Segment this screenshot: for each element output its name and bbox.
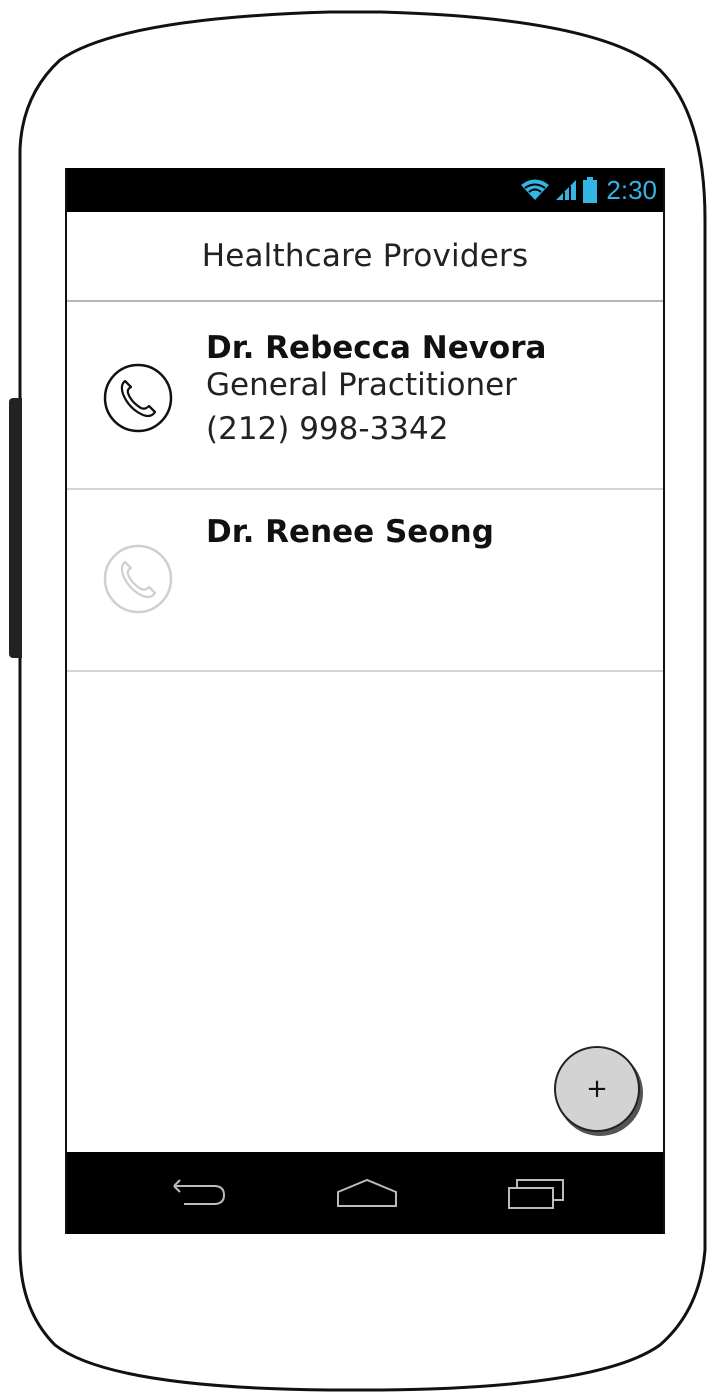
recents-button[interactable] bbox=[487, 1152, 587, 1234]
provider-name: Dr. Rebecca Nevora bbox=[206, 330, 547, 366]
app-header: Healthcare Providers bbox=[67, 212, 663, 302]
provider-phone[interactable]: (212) 998-3342 bbox=[206, 410, 546, 448]
back-icon bbox=[173, 1179, 226, 1205]
home-button[interactable] bbox=[317, 1152, 417, 1234]
wifi-icon bbox=[521, 179, 550, 200]
provider-name: Dr. Renee Seong bbox=[206, 514, 494, 550]
phone-icon[interactable] bbox=[103, 363, 173, 433]
provider-details: Dr. Rebecca Nevora General Practitioner … bbox=[206, 330, 546, 448]
status-time: 2:30 bbox=[606, 175, 657, 205]
status-bar: 2:30 bbox=[67, 168, 663, 212]
add-provider-button[interactable]: + bbox=[554, 1046, 640, 1132]
phone-device: 2:30 Healthcare Providers Dr. Rebecca Ne… bbox=[0, 0, 708, 1394]
add-icon: + bbox=[586, 1074, 608, 1104]
provider-item[interactable]: Dr. Renee Seong bbox=[67, 490, 663, 672]
provider-specialty: General Practitioner bbox=[206, 367, 517, 403]
signal-icon bbox=[556, 180, 577, 200]
provider-list: Dr. Rebecca Nevora General Practitioner … bbox=[67, 302, 663, 672]
battery-icon bbox=[583, 177, 598, 203]
status-icons: 2:30 bbox=[520, 172, 657, 208]
provider-details: Dr. Renee Seong bbox=[206, 514, 494, 550]
page-title: Healthcare Providers bbox=[201, 238, 529, 274]
back-button[interactable] bbox=[150, 1152, 250, 1234]
phone-icon bbox=[103, 544, 173, 614]
power-button bbox=[9, 398, 22, 658]
home-icon bbox=[337, 1178, 397, 1207]
navigation-bar bbox=[67, 1152, 663, 1234]
recents-icon bbox=[508, 1179, 564, 1209]
provider-item[interactable]: Dr. Rebecca Nevora General Practitioner … bbox=[67, 302, 663, 490]
screen: 2:30 Healthcare Providers Dr. Rebecca Ne… bbox=[65, 168, 665, 1234]
